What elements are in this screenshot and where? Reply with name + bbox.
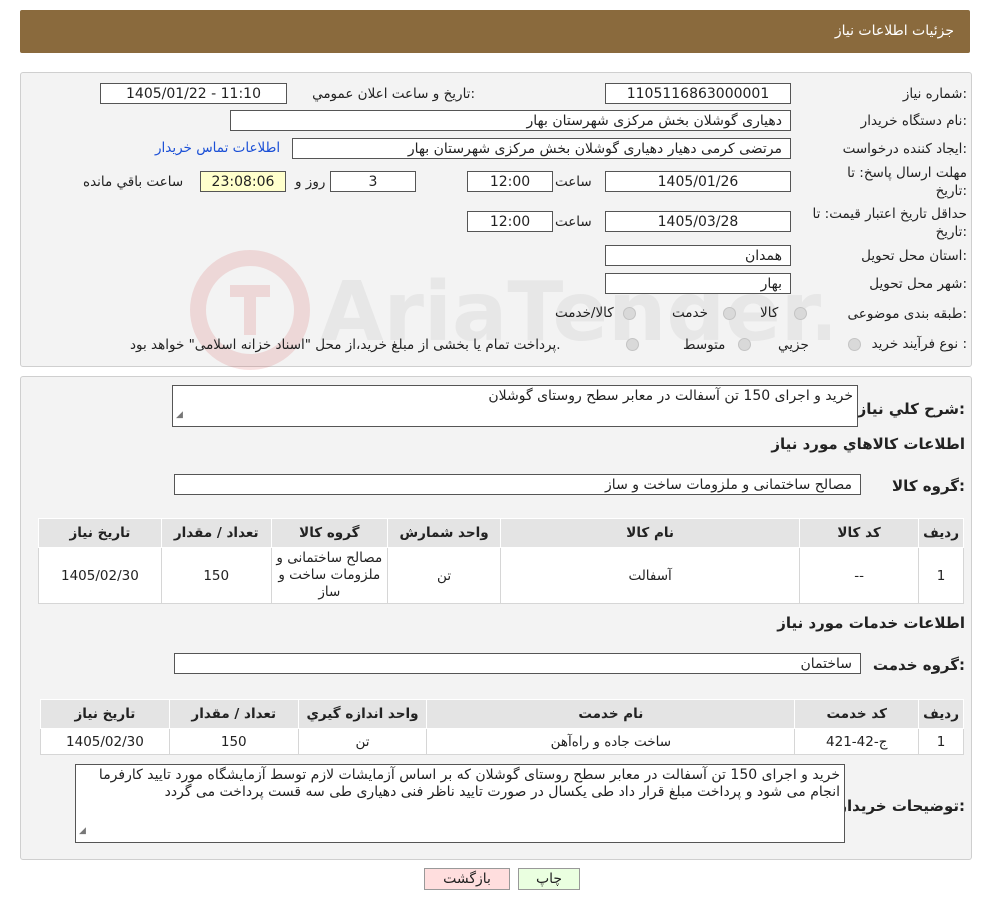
city-field: بهار bbox=[605, 273, 791, 294]
buyer-org-field: دهیاری گوشلان بخش مرکزی شهرستان بهار bbox=[230, 110, 791, 131]
days-remaining-field: 3 bbox=[330, 171, 416, 192]
time-remaining-label: ساعت باقي مانده bbox=[83, 174, 184, 190]
creator-field: مرتضی کرمی دهیار دهیاری گوشلان بخش مرکزی… bbox=[292, 138, 791, 159]
category-label: طبقه بندی موضوعی: bbox=[847, 306, 967, 322]
goods-col-name: نام کالا bbox=[500, 518, 801, 548]
goods-table-header: رديف کد کالا نام کالا واحد شمارش گروه کا… bbox=[38, 518, 964, 548]
validity-time-label: ساعت bbox=[555, 214, 592, 230]
services-col-name: نام خدمت bbox=[426, 699, 796, 729]
print-button[interactable]: چاپ bbox=[518, 868, 580, 890]
services-row-index: 1 bbox=[918, 728, 964, 755]
services-table-header: رديف کد خدمت نام خدمت واحد اندازه گيري ت… bbox=[40, 699, 964, 729]
goods-col-index: رديف bbox=[918, 518, 964, 548]
deadline-label-date: تاريخ: bbox=[935, 183, 967, 199]
summary-label: شرح کلي نياز: bbox=[857, 400, 965, 418]
category-option-goods-service: کالا/خدمت bbox=[555, 305, 614, 321]
validity-date-field: 1405/03/28 bbox=[605, 211, 791, 232]
time-remaining-field: 23:08:06 bbox=[200, 171, 286, 192]
process-radio-minor[interactable] bbox=[848, 338, 861, 351]
services-group-field: ساختمان bbox=[174, 653, 861, 674]
services-col-code: کد خدمت bbox=[794, 699, 920, 729]
deadline-time-label: ساعت bbox=[555, 174, 592, 190]
province-label: استان محل تحويل: bbox=[861, 248, 967, 264]
validity-time-field: 12:00 bbox=[467, 211, 553, 232]
category-option-goods: کالا bbox=[760, 305, 779, 321]
goods-col-unit: واحد شمارش bbox=[386, 518, 502, 548]
page-title: جزئیات اطلاعات نیاز bbox=[834, 23, 954, 39]
goods-row-unit: تن bbox=[386, 547, 502, 604]
services-col-date: تاريخ نياز bbox=[40, 699, 170, 729]
validity-label-date: تاريخ: bbox=[935, 224, 967, 240]
creator-label: ايجاد کننده درخواست: bbox=[842, 141, 967, 157]
deadline-label: مهلت ارسال پاسخ: تا bbox=[847, 165, 967, 181]
days-label: روز و bbox=[295, 174, 326, 190]
goods-group-field: مصالح ساختمانی و ملزومات ساخت و ساز bbox=[174, 474, 861, 495]
services-row-date: 1405/02/30 bbox=[40, 728, 170, 755]
goods-row-index: 1 bbox=[918, 547, 964, 604]
city-label: شهر محل تحويل: bbox=[869, 276, 967, 292]
services-section-title: اطلاعات خدمات مورد نياز bbox=[777, 614, 965, 632]
goods-section-title: اطلاعات کالاهاي مورد نياز bbox=[771, 435, 965, 453]
summary-text: خرید و اجرای 150 تن آسفالت در معابر سطح … bbox=[488, 388, 853, 404]
goods-row-qty: 150 bbox=[160, 547, 272, 604]
need-number-label: شماره نیاز: bbox=[902, 86, 967, 102]
validity-label: حداقل تاريخ اعتبار قيمت: تا bbox=[812, 206, 967, 222]
goods-col-qty: تعداد / مقدار bbox=[160, 518, 272, 548]
process-label: نوع فرآيند خريد : bbox=[871, 336, 967, 352]
buyer-notes-text: خرید و اجرای 150 تن آسفالت در معابر سطح … bbox=[98, 767, 840, 800]
process-radio-medium[interactable] bbox=[738, 338, 751, 351]
goods-col-date: تاريخ نياز bbox=[38, 518, 162, 548]
back-button[interactable]: بازگشت bbox=[424, 868, 510, 890]
goods-col-group: گروه کالا bbox=[270, 518, 388, 548]
deadline-date-field: 1405/01/26 bbox=[605, 171, 791, 192]
category-radio-goods-service[interactable] bbox=[623, 307, 636, 320]
goods-row-group: مصالح ساختمانی و ملزومات ساخت و ساز bbox=[270, 547, 388, 604]
resize-grip-icon[interactable]: ◢ bbox=[176, 407, 183, 424]
services-row-qty: 150 bbox=[168, 728, 299, 755]
goods-group-label: گروه کالا: bbox=[892, 477, 965, 495]
table-row: 1 ج-42-421 ساخت جاده و راه‌آهن تن 150 14… bbox=[40, 728, 964, 755]
process-option-medium: متوسط bbox=[683, 337, 726, 353]
summary-textarea[interactable]: خرید و اجرای 150 تن آسفالت در معابر سطح … bbox=[172, 385, 858, 427]
resize-grip-icon[interactable]: ◢ bbox=[79, 823, 86, 840]
services-col-qty: تعداد / مقدار bbox=[168, 699, 299, 729]
buyer-notes-label: توضيحات خريدار: bbox=[838, 797, 965, 815]
services-col-index: رديف bbox=[918, 699, 964, 729]
services-row-unit: تن bbox=[297, 728, 428, 755]
category-option-service: خدمت bbox=[672, 305, 708, 321]
announce-datetime-field: 1405/01/22 - 11:10 bbox=[100, 83, 287, 104]
announce-label: تاریخ و ساعت اعلان عمومي: bbox=[312, 86, 475, 102]
buyer-org-label: نام دستگاه خريدار: bbox=[860, 113, 967, 129]
goods-row-code: -- bbox=[799, 547, 920, 604]
services-row-code: ج-42-421 bbox=[794, 728, 920, 755]
category-radio-service[interactable] bbox=[723, 307, 736, 320]
table-row: 1 -- آسفالت تن مصالح ساختمانی و ملزومات … bbox=[38, 547, 964, 604]
goods-table: رديف کد کالا نام کالا واحد شمارش گروه کا… bbox=[38, 518, 964, 604]
province-field: همدان bbox=[605, 245, 791, 266]
services-row-name: ساخت جاده و راه‌آهن bbox=[426, 728, 796, 755]
services-group-label: گروه خدمت: bbox=[872, 656, 965, 674]
treasury-checkbox[interactable] bbox=[626, 338, 639, 351]
goods-row-name: آسفالت bbox=[500, 547, 801, 604]
category-radio-goods[interactable] bbox=[794, 307, 807, 320]
process-option-minor: جزيي bbox=[778, 337, 809, 353]
page-header: جزئیات اطلاعات نیاز bbox=[20, 10, 970, 53]
services-table: رديف کد خدمت نام خدمت واحد اندازه گيري ت… bbox=[40, 699, 964, 755]
need-number-field: 1105116863000001 bbox=[605, 83, 791, 104]
buyer-contact-link[interactable]: اطلاعات تماس خريدار bbox=[155, 140, 280, 156]
buyer-notes-textarea[interactable]: خرید و اجرای 150 تن آسفالت در معابر سطح … bbox=[75, 764, 845, 843]
deadline-time-field: 12:00 bbox=[467, 171, 553, 192]
services-col-unit: واحد اندازه گيري bbox=[297, 699, 428, 729]
process-note: پرداخت تمام يا بخشی از مبلغ خريد،از محل … bbox=[130, 337, 561, 353]
goods-row-date: 1405/02/30 bbox=[38, 547, 162, 604]
goods-col-code: کد کالا bbox=[799, 518, 920, 548]
